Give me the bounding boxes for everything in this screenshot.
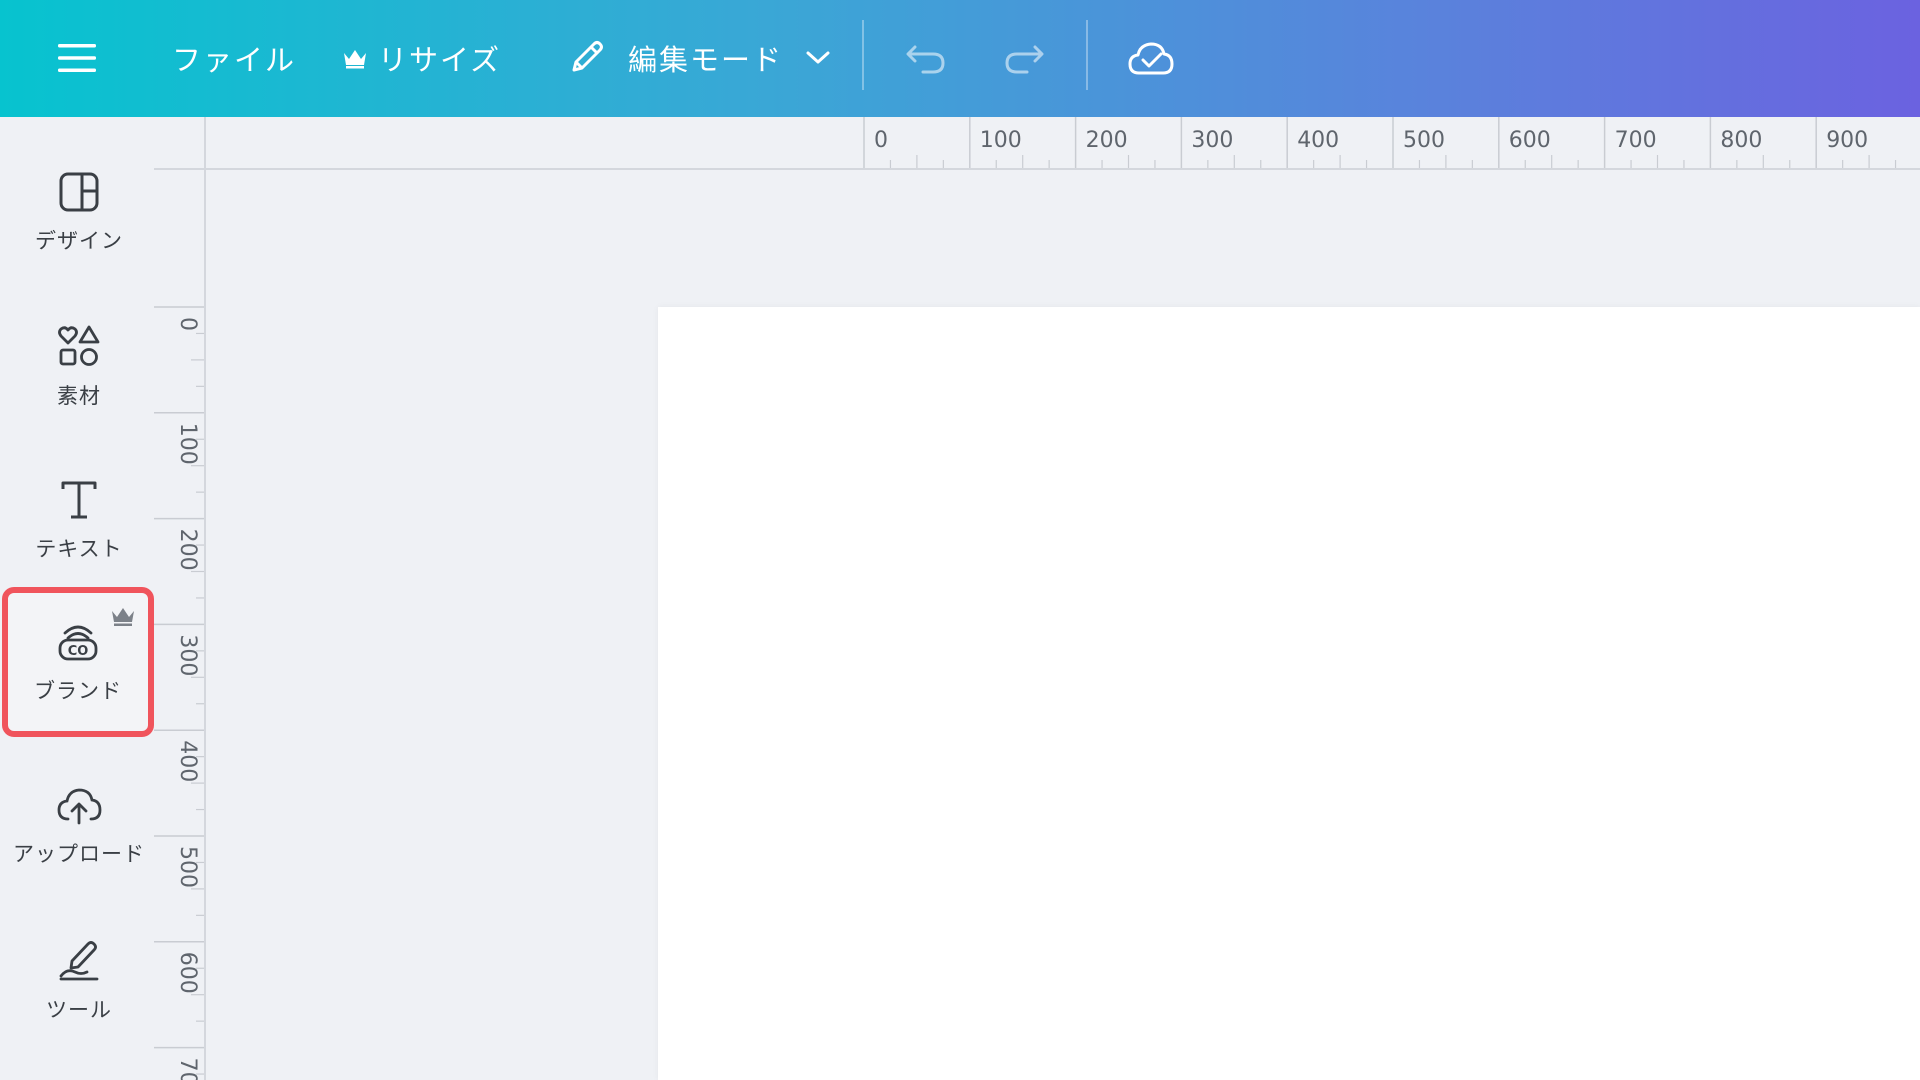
ruler-label: 700 [175, 1058, 200, 1080]
chevron-down-icon [806, 51, 830, 64]
ruler-label: 400 [175, 740, 200, 782]
sidebar-item-label: アップロード [13, 842, 145, 866]
ruler-label: 200 [175, 529, 200, 571]
sidebar-item-design[interactable]: デザイン [6, 143, 152, 283]
sidebar-item-tools[interactable]: ツール [6, 911, 152, 1051]
ruler-label: 300 [1191, 128, 1233, 153]
ruler-label: 100 [980, 128, 1022, 153]
sidebar-item-label: デザイン [35, 229, 123, 253]
ruler-label: 600 [175, 952, 200, 994]
sidebar-item-label: 素材 [57, 384, 101, 408]
ruler-label: 300 [175, 634, 200, 676]
sidebar-item-uploads[interactable]: アップロード [6, 757, 152, 897]
sidebar-item-label: ツール [46, 998, 112, 1022]
draw-pen-icon [59, 941, 99, 981]
side-panel-nav: デザイン 素材 テキスト CO ブランド アップロード ツール [0, 117, 154, 1080]
edit-mode-dropdown[interactable]: 編集モード [566, 30, 831, 86]
ruler-label: 200 [1086, 128, 1128, 153]
hamburger-menu-icon [58, 44, 96, 72]
pencil-icon [572, 41, 603, 72]
ruler-label: 500 [175, 846, 200, 888]
horizontal-ruler[interactable]: 010020030040050060070080090010001100 [206, 117, 1920, 170]
file-menu-button[interactable]: ファイル [172, 30, 296, 86]
undo-button[interactable] [896, 30, 956, 86]
redo-icon [1005, 45, 1044, 74]
sidebar-item-brand[interactable]: CO ブランド [2, 587, 154, 737]
svg-text:CO: CO [68, 644, 89, 659]
ruler-label: 700 [1615, 128, 1657, 153]
sidebar-item-text[interactable]: テキスト [6, 451, 152, 591]
resize-button[interactable]: リサイズ [342, 30, 501, 86]
ruler-label: 500 [1403, 128, 1445, 153]
elements-shapes-icon [58, 325, 100, 366]
ruler-label: 900 [1826, 128, 1868, 153]
toolbar-divider [862, 20, 864, 90]
resize-label: リサイズ [378, 43, 502, 77]
menu-button[interactable] [44, 30, 110, 86]
ruler-label: 100 [175, 423, 200, 465]
sidebar-item-elements[interactable]: 素材 [6, 297, 152, 437]
ruler-label: 0 [874, 128, 888, 153]
design-page[interactable] [658, 307, 1920, 1080]
text-t-icon [61, 481, 97, 519]
file-menu-label: ファイル [172, 43, 297, 77]
design-layout-icon [59, 172, 99, 212]
ruler-label: 400 [1297, 128, 1339, 153]
save-status-button[interactable] [1120, 28, 1182, 88]
cloud-check-icon [1128, 42, 1174, 75]
edit-mode-label: 編集モード [628, 43, 784, 77]
sidebar-item-label: テキスト [35, 537, 123, 561]
top-toolbar: ファイル リサイズ 編集モード [0, 0, 1920, 117]
premium-crown-icon [112, 608, 134, 626]
ruler-corner [154, 117, 206, 170]
ruler-label: 600 [1509, 128, 1551, 153]
toolbar-divider [1086, 20, 1088, 90]
vertical-ruler[interactable]: 0 100 200 300 400 500 600 700 [154, 170, 206, 1080]
brand-kit-icon: CO [58, 625, 98, 661]
cloud-upload-icon [57, 788, 102, 825]
ruler-label: 800 [1720, 128, 1762, 153]
ruler-label: 0 [175, 317, 200, 331]
sidebar-item-label: ブランド [34, 679, 122, 703]
crown-icon [344, 50, 366, 69]
redo-button[interactable] [994, 30, 1054, 86]
undo-icon [906, 45, 945, 74]
